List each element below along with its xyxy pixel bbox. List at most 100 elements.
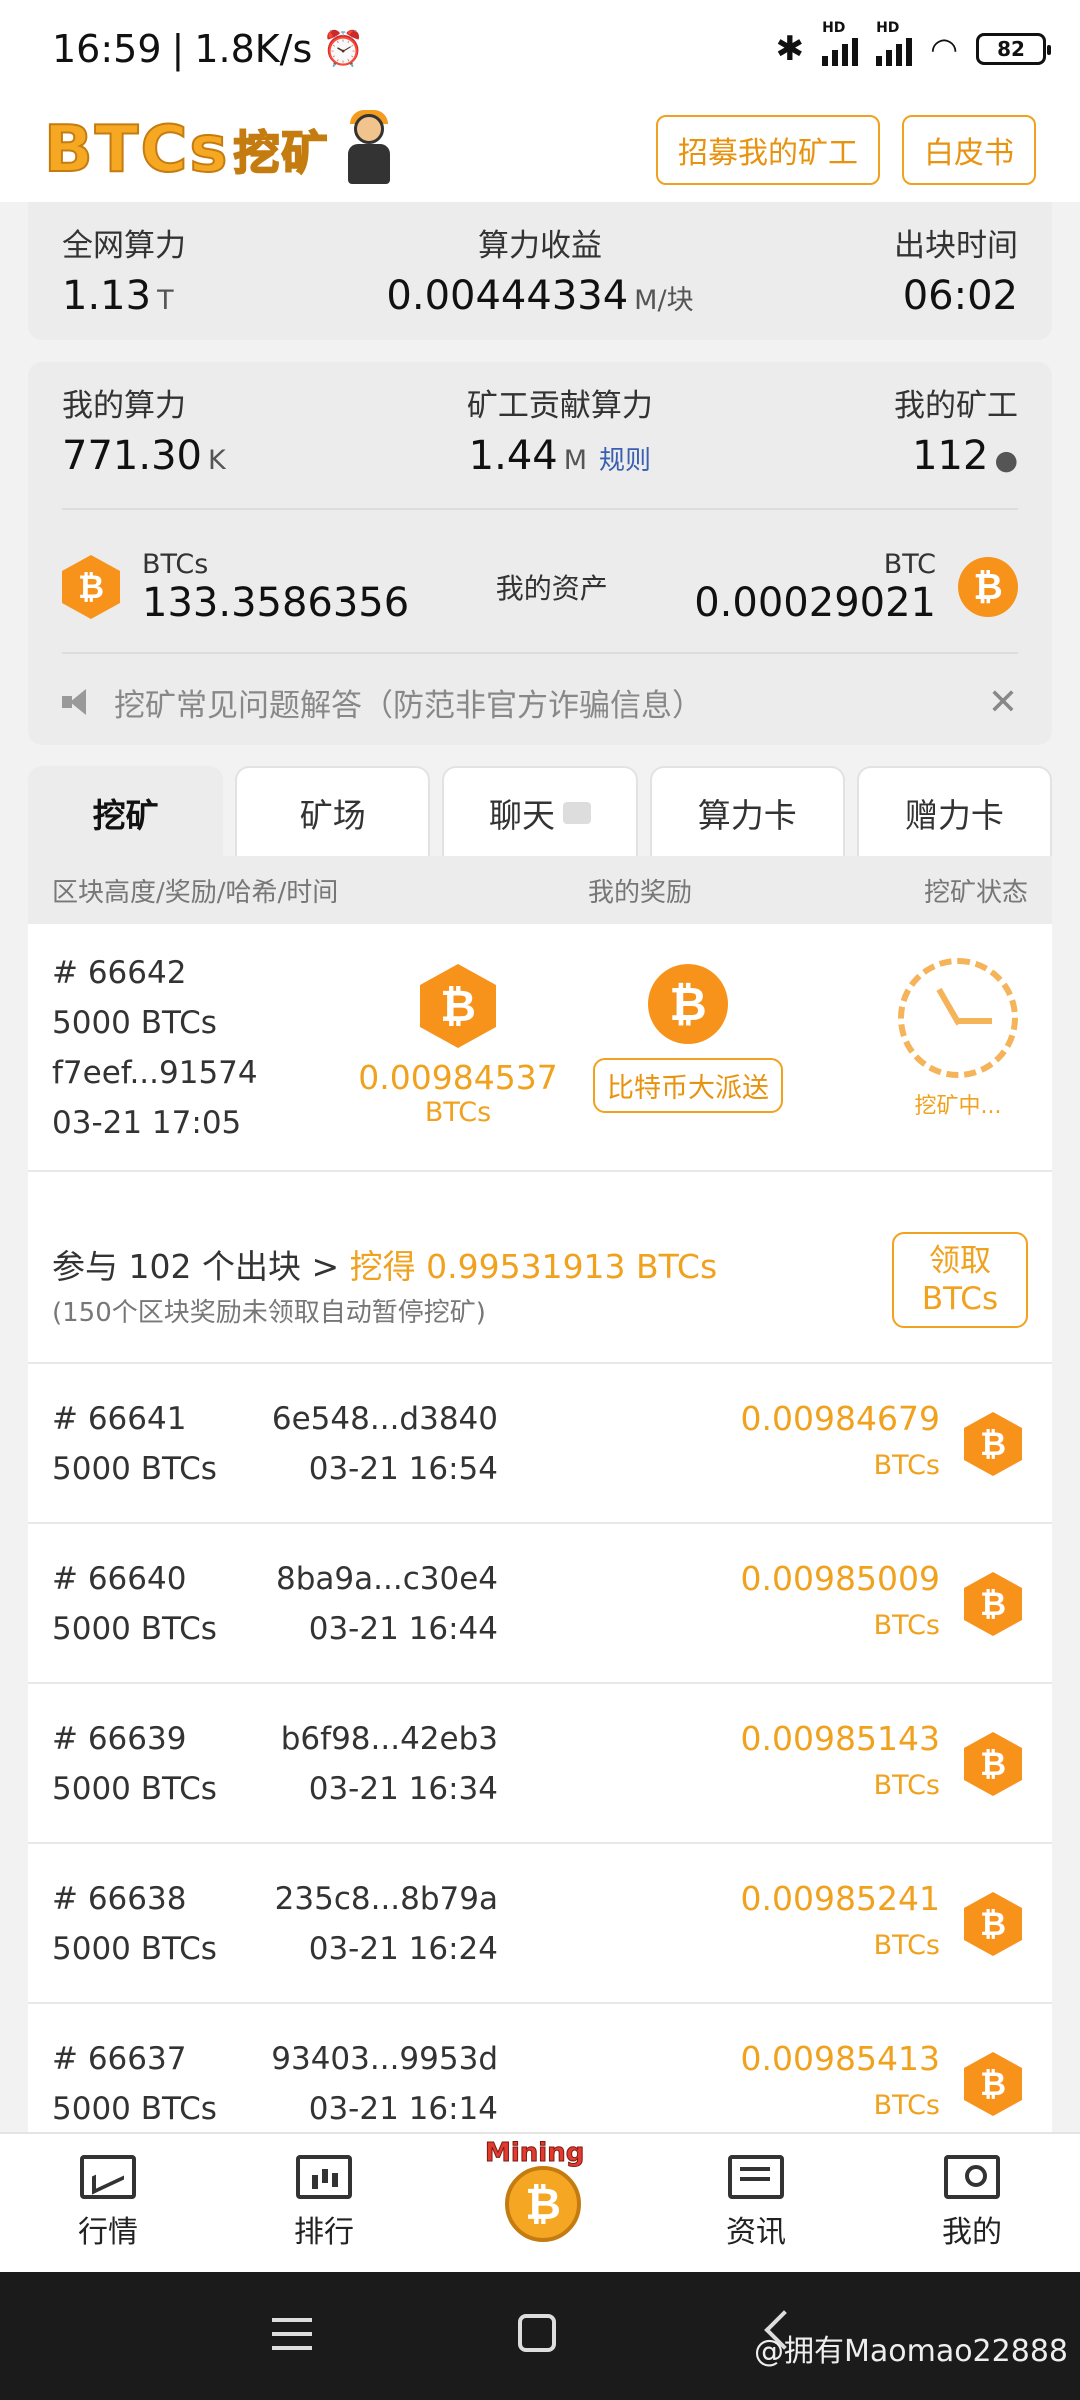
watermark: @拥有Maomao22888: [753, 2334, 1068, 2369]
participated-blocks: 参与 102 个出块 >: [52, 1247, 350, 1286]
block-time: 出块时间 06:02: [894, 220, 1018, 319]
hd-label: HD: [822, 20, 846, 36]
nav-me-label: 我的: [942, 2215, 1002, 2250]
app-logo: BTCs 挖矿: [43, 110, 398, 190]
menu-icon[interactable]: [272, 2318, 312, 2322]
column-my-reward: 我的奖励: [588, 877, 693, 908]
tab-hash-card[interactable]: 算力卡: [649, 766, 845, 858]
system-nav-bar: @拥有Maomao22888: [0, 2272, 1080, 2400]
bitcoin-giveaway[interactable]: ₿ 比特币大派送: [588, 964, 788, 1113]
recruit-miner-button[interactable]: 招募我的矿工: [656, 115, 880, 185]
block-hash: 8ba9a...c30e4: [276, 1561, 498, 1597]
claim-section: 参与 102 个出块 > 挖得 0.99531913 BTCs (150个区块奖…: [28, 1172, 1052, 1364]
block-row[interactable]: # 66637 5000 BTCs 93403...9953d 03-21 16:1…: [28, 2004, 1052, 2132]
nav-news[interactable]: 资讯: [648, 2134, 864, 2272]
block-reward: 5000 BTCs: [52, 2091, 217, 2127]
signal-icon: HD: [822, 20, 859, 66]
block-reward-unit: BTCs: [873, 1770, 940, 1801]
tab-gift-card[interactable]: 赠力卡: [856, 766, 1053, 858]
tab-bar: 挖矿 矿场 聊天 算力卡 赠力卡: [28, 766, 1053, 858]
my-assets-label: 我的资产: [495, 572, 608, 605]
wifi-icon: ◠: [930, 30, 958, 68]
block-reward: 5000 BTCs: [52, 1771, 217, 1807]
close-icon[interactable]: ✕: [988, 682, 1018, 723]
btcs-coin-icon: ₿: [964, 1572, 1022, 1636]
my-hashrate-value: 771.30: [62, 433, 202, 479]
my-hashrate-label: 我的算力: [62, 388, 186, 424]
faq-notice[interactable]: 挖矿常见问题解答（防范非官方诈骗信息） ✕: [62, 662, 1018, 742]
btcs-balance: 133.3586356: [142, 579, 410, 626]
block-my-reward: 0.00985241: [740, 1879, 940, 1918]
block-row[interactable]: # 66638 5000 BTCs 235c8...8b79a 03-21 16:2…: [28, 1844, 1052, 2004]
block-row[interactable]: # 66640 5000 BTCs 8ba9a...c30e4 03-21 16:4…: [28, 1524, 1052, 1684]
news-icon: [728, 2155, 784, 2199]
chat-icon: [563, 802, 591, 824]
tab-mine-field[interactable]: 矿场: [235, 766, 431, 858]
faq-notice-text: 挖矿常见问题解答（防范非官方诈骗信息）: [114, 687, 703, 724]
mining-coin-icon: ₿: [505, 2166, 581, 2242]
mining-logo-icon: Mining ₿: [484, 2138, 595, 2248]
btc-asset: BTC 0.00029021 ₿: [694, 549, 1018, 626]
divider: [62, 508, 1018, 510]
mining-logo-text: Mining: [484, 2138, 585, 2169]
whitepaper-button[interactable]: 白皮书: [902, 115, 1036, 185]
hash-yield: 算力收益 0.00444334 M/块: [386, 220, 693, 319]
network-stats-card: 全网算力 1.13 T 算力收益 0.00444334 M/块 出块时间 06:02: [28, 202, 1052, 340]
btcs-coin-icon: ₿: [964, 1892, 1022, 1956]
block-time: 03-21 16:14: [308, 2091, 498, 2127]
nav-me[interactable]: 我的: [864, 2134, 1080, 2272]
block-my-reward: 0.00985009: [740, 1559, 940, 1598]
block-my-reward: 0.00984679: [740, 1399, 940, 1438]
block-hash: 235c8...8b79a: [274, 1881, 498, 1917]
clock: 16:59: [52, 27, 162, 71]
block-height: # 66638: [52, 1881, 187, 1917]
hash-yield-unit: M/块: [634, 285, 694, 316]
nav-mining[interactable]: Mining ₿: [432, 2134, 648, 2272]
my-miners-label: 我的矿工: [894, 388, 1018, 424]
my-miners[interactable]: 我的矿工 112 ●: [894, 380, 1018, 479]
block-height: # 66637: [52, 2041, 187, 2077]
rules-link[interactable]: 规则: [599, 446, 651, 476]
mining-gauge-icon: [898, 958, 1018, 1078]
current-block-time: 03-21 17:05: [52, 1105, 242, 1141]
block-time-value: 06:02: [902, 273, 1018, 319]
claim-button-line1: 领取: [929, 1243, 991, 1279]
tab-mining[interactable]: 挖矿: [28, 766, 224, 858]
miner-mascot-icon: [338, 110, 398, 190]
earned-total: 挖得 0.99531913 BTCs: [349, 1247, 718, 1286]
signal-icon-2: HD: [876, 20, 913, 66]
logo-text: BTCs: [43, 112, 230, 188]
hash-yield-value: 0.00444334: [386, 273, 629, 319]
market-chart-icon: [80, 2155, 136, 2199]
block-reward-unit: BTCs: [873, 2090, 940, 2121]
bluetooth-icon: ✱: [775, 29, 805, 69]
block-row[interactable]: # 66639 5000 BTCs b6f98...42eb3 03-21 16:3…: [28, 1684, 1052, 1844]
block-height: # 66639: [52, 1721, 187, 1757]
btcs-label: BTCs: [142, 548, 209, 580]
btcs-coin-icon: ₿: [964, 1412, 1022, 1476]
nav-market[interactable]: 行情: [0, 2134, 216, 2272]
network-hashrate: 全网算力 1.13 T: [62, 220, 186, 319]
alarm-icon: ⏰: [322, 29, 365, 69]
miner-contribution: 矿工贡献算力 1.44 M 规则: [467, 380, 653, 479]
block-row[interactable]: # 66641 5000 BTCs 6e548...d3840 03-21 16:5…: [28, 1364, 1052, 1524]
block-reward: 5000 BTCs: [52, 1931, 217, 1967]
column-block-info: 区块高度/奖励/哈希/时间: [52, 877, 339, 908]
current-block-height: # 66642: [52, 955, 187, 991]
block-reward-unit: BTCs: [873, 1450, 940, 1481]
miner-contribution-unit: M: [563, 445, 588, 476]
bitcoin-giveaway-button[interactable]: 比特币大派送: [593, 1058, 783, 1113]
btcs-coin-icon: ₿: [62, 555, 120, 619]
nav-rank[interactable]: 排行: [216, 2134, 432, 2272]
block-height: # 66640: [52, 1561, 187, 1597]
claim-button-line2: BTCs: [921, 1281, 999, 1317]
block-time: 03-21 16:34: [308, 1771, 498, 1807]
separator: |: [171, 27, 185, 71]
home-icon[interactable]: [518, 2314, 556, 2352]
logo-text-cn: 挖矿: [233, 125, 330, 181]
claim-btcs-button[interactable]: 领取 BTCs: [892, 1232, 1028, 1328]
my-hashrate-unit: K: [207, 445, 226, 476]
block-reward: 5000 BTCs: [52, 1451, 217, 1487]
tab-chat[interactable]: 聊天: [442, 766, 638, 858]
assets-row: ₿ BTCs 133.3586356 我的资产 BTC 0.00029021 ₿: [62, 532, 1018, 642]
